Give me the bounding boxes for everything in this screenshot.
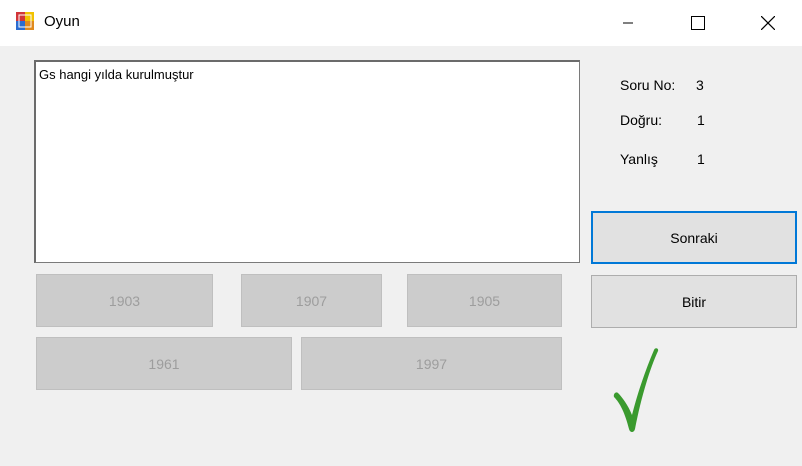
correct-label: Doğru: [620,112,663,128]
question-textbox[interactable]: Gs hangi yılda kurulmuştur [34,60,580,263]
wrong-label: Yanlış [620,151,658,167]
answer-button-4[interactable]: 1961 [36,337,292,390]
window-title: Oyun [44,13,80,30]
answer-button-1[interactable]: 1903 [36,274,213,327]
checkmark-icon [610,345,662,435]
answer-button-5[interactable]: 1997 [301,337,562,390]
answer-button-2[interactable]: 1907 [241,274,382,327]
maximize-icon [691,16,705,30]
app-icon [16,12,34,30]
correct-value: 1 [697,112,705,128]
minimize-icon [623,22,633,24]
answer-button-3[interactable]: 1905 [407,274,562,327]
wrong-value: 1 [697,151,705,167]
close-icon [761,16,775,30]
next-button[interactable]: Sonraki [591,211,797,264]
finish-button[interactable]: Bitir [591,275,797,328]
question-no-value: 3 [696,77,704,93]
minimize-button[interactable] [594,0,662,46]
title-bar: Oyun [0,0,802,46]
question-text: Gs hangi yılda kurulmuştur [39,67,194,82]
maximize-button[interactable] [664,0,732,46]
close-button[interactable] [734,0,802,46]
question-no-label: Soru No: [620,77,676,93]
